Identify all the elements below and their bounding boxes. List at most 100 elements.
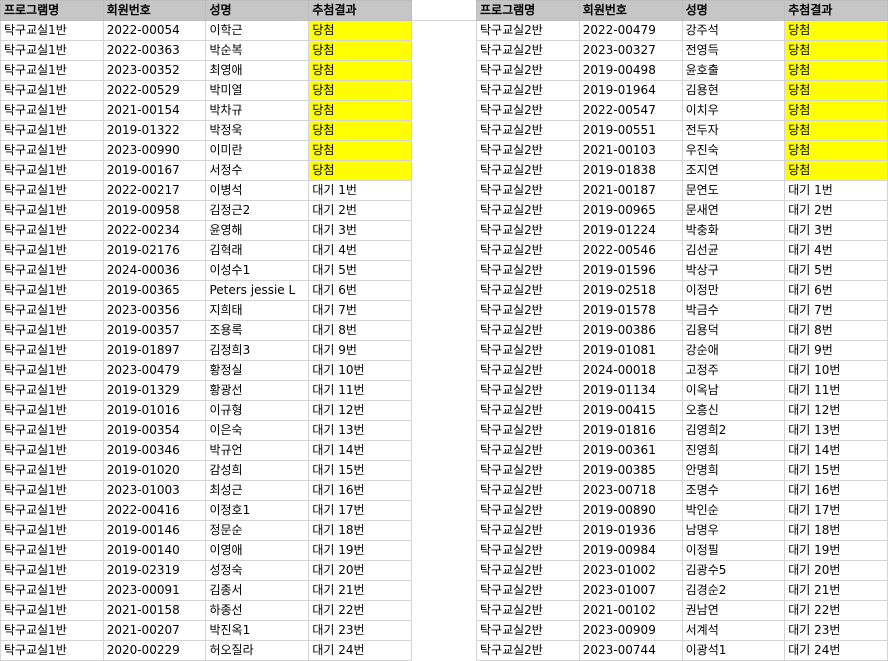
cell-member-id[interactable]: 2019-01936: [578, 520, 683, 541]
header-member-id[interactable]: 회원번호: [102, 0, 207, 21]
cell-program[interactable]: 탁구교실1반: [0, 360, 104, 381]
cell-program[interactable]: 탁구교실1반: [0, 100, 104, 121]
cell-name[interactable]: 김혁래: [205, 240, 310, 261]
cell-name[interactable]: 황광선: [205, 380, 310, 401]
cell-program[interactable]: 탁구교실2반: [476, 540, 580, 561]
cell-member-id[interactable]: 2019-00361: [578, 440, 683, 461]
cell-name[interactable]: 박차규: [205, 100, 310, 121]
cell-member-id[interactable]: 2021-00158: [102, 600, 207, 621]
cell-member-id[interactable]: 2022-00234: [102, 220, 207, 241]
cell-program[interactable]: 탁구교실1반: [0, 20, 104, 41]
cell-program[interactable]: 탁구교실2반: [476, 500, 580, 521]
cell-name[interactable]: 강주석: [681, 20, 786, 41]
cell-draw-result[interactable]: 당첨: [308, 100, 412, 121]
cell-name[interactable]: 박규언: [205, 440, 310, 461]
cell-program[interactable]: 탁구교실1반: [0, 440, 104, 461]
cell-program[interactable]: 탁구교실2반: [476, 20, 580, 41]
cell-draw-result[interactable]: 대기 21번: [784, 580, 888, 601]
cell-draw-result[interactable]: 대기 8번: [784, 320, 888, 341]
cell-program[interactable]: 탁구교실2반: [476, 280, 580, 301]
cell-member-id[interactable]: 2023-00990: [102, 140, 207, 161]
cell-draw-result[interactable]: 대기 20번: [784, 560, 888, 581]
cell-program[interactable]: 탁구교실2반: [476, 200, 580, 221]
cell-name[interactable]: 김정근2: [205, 200, 310, 221]
cell-name[interactable]: 문새연: [681, 200, 786, 221]
cell-draw-result[interactable]: 대기 10번: [308, 360, 412, 381]
cell-member-id[interactable]: 2019-00498: [578, 60, 683, 81]
cell-draw-result[interactable]: 대기 19번: [308, 540, 412, 561]
cell-name[interactable]: 하종선: [205, 600, 310, 621]
cell-draw-result[interactable]: 대기 23번: [784, 620, 888, 641]
cell-draw-result[interactable]: 대기 14번: [784, 440, 888, 461]
cell-member-id[interactable]: 2019-02319: [102, 560, 207, 581]
cell-program[interactable]: 탁구교실2반: [476, 240, 580, 261]
cell-draw-result[interactable]: 대기 4번: [784, 240, 888, 261]
cell-program[interactable]: 탁구교실1반: [0, 200, 104, 221]
cell-program[interactable]: 탁구교실1반: [0, 340, 104, 361]
cell-draw-result[interactable]: 대기 20번: [308, 560, 412, 581]
cell-member-id[interactable]: 2021-00187: [578, 180, 683, 201]
cell-name[interactable]: 김종서: [205, 580, 310, 601]
cell-name[interactable]: 이광석1: [681, 640, 786, 661]
cell-name[interactable]: 최성근: [205, 480, 310, 501]
cell-name[interactable]: 박인순: [681, 500, 786, 521]
cell-draw-result[interactable]: 대기 19번: [784, 540, 888, 561]
cell-program[interactable]: 탁구교실2반: [476, 460, 580, 481]
cell-program[interactable]: 탁구교실2반: [476, 640, 580, 661]
cell-member-id[interactable]: 2024-00036: [102, 260, 207, 281]
cell-name[interactable]: 이병석: [205, 180, 310, 201]
header-name[interactable]: 성명: [681, 0, 786, 21]
cell-draw-result[interactable]: 대기 11번: [308, 380, 412, 401]
cell-program[interactable]: 탁구교실1반: [0, 160, 104, 181]
cell-member-id[interactable]: 2019-00984: [578, 540, 683, 561]
cell-member-id[interactable]: 2019-00140: [102, 540, 207, 561]
cell-program[interactable]: 탁구교실1반: [0, 460, 104, 481]
cell-draw-result[interactable]: 대기 22번: [784, 600, 888, 621]
cell-member-id[interactable]: 2019-02518: [578, 280, 683, 301]
cell-program[interactable]: 탁구교실2반: [476, 580, 580, 601]
cell-name[interactable]: 감성희: [205, 460, 310, 481]
cell-name[interactable]: 이치우: [681, 100, 786, 121]
cell-program[interactable]: 탁구교실1반: [0, 480, 104, 501]
cell-name[interactable]: 남명우: [681, 520, 786, 541]
cell-draw-result[interactable]: 대기 8번: [308, 320, 412, 341]
cell-name[interactable]: 이영애: [205, 540, 310, 561]
cell-program[interactable]: 탁구교실2반: [476, 360, 580, 381]
cell-member-id[interactable]: 2019-01322: [102, 120, 207, 141]
cell-name[interactable]: 오흥신: [681, 400, 786, 421]
cell-program[interactable]: 탁구교실1반: [0, 300, 104, 321]
cell-name[interactable]: 전두자: [681, 120, 786, 141]
cell-program[interactable]: 탁구교실1반: [0, 40, 104, 61]
cell-draw-result[interactable]: 당첨: [784, 120, 888, 141]
cell-draw-result[interactable]: 당첨: [308, 40, 412, 61]
cell-member-id[interactable]: 2019-00965: [578, 200, 683, 221]
cell-draw-result[interactable]: 대기 2번: [308, 200, 412, 221]
cell-member-id[interactable]: 2019-01134: [578, 380, 683, 401]
cell-program[interactable]: 탁구교실2반: [476, 260, 580, 281]
cell-name[interactable]: 허오질라: [205, 640, 310, 661]
cell-name[interactable]: 고정주: [681, 360, 786, 381]
cell-draw-result[interactable]: 대기 5번: [784, 260, 888, 281]
cell-name[interactable]: 전영득: [681, 40, 786, 61]
cell-name[interactable]: 박미열: [205, 80, 310, 101]
cell-name[interactable]: 박순복: [205, 40, 310, 61]
cell-draw-result[interactable]: 대기 4번: [308, 240, 412, 261]
cell-draw-result[interactable]: 대기 12번: [784, 400, 888, 421]
cell-member-id[interactable]: 2021-00102: [578, 600, 683, 621]
cell-name[interactable]: 이정만: [681, 280, 786, 301]
cell-member-id[interactable]: 2019-00167: [102, 160, 207, 181]
cell-program[interactable]: 탁구교실1반: [0, 80, 104, 101]
cell-name[interactable]: 이옥남: [681, 380, 786, 401]
cell-program[interactable]: 탁구교실1반: [0, 500, 104, 521]
cell-draw-result[interactable]: 대기 6번: [308, 280, 412, 301]
cell-member-id[interactable]: 2019-00890: [578, 500, 683, 521]
cell-member-id[interactable]: 2022-00363: [102, 40, 207, 61]
cell-member-id[interactable]: 2019-02176: [102, 240, 207, 261]
cell-name[interactable]: 서계석: [681, 620, 786, 641]
cell-name[interactable]: 황정실: [205, 360, 310, 381]
cell-draw-result[interactable]: 대기 16번: [784, 480, 888, 501]
cell-program[interactable]: 탁구교실2반: [476, 220, 580, 241]
cell-name[interactable]: 조명수: [681, 480, 786, 501]
cell-name[interactable]: 박진옥1: [205, 620, 310, 641]
cell-member-id[interactable]: 2019-00146: [102, 520, 207, 541]
